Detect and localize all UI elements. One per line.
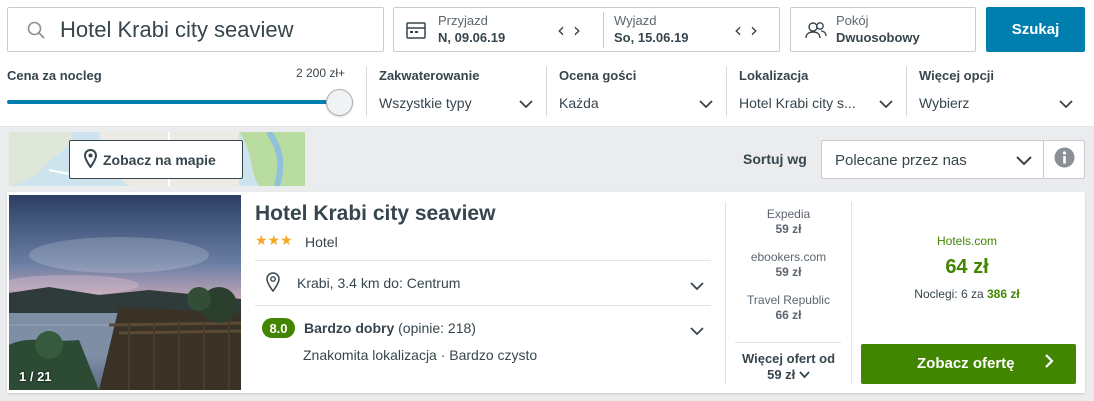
more-options-label: Więcej opcji [919,68,995,83]
search-icon [27,21,45,44]
rating-count: (opinie: 218) [398,320,476,336]
chevron-down-icon [879,96,893,114]
chevron-down-icon [519,96,533,114]
chevron-down-icon [1016,153,1032,171]
sort-info-button[interactable] [1044,140,1085,179]
location-filter[interactable]: Lokalizacja Hotel Krabi city s... [727,66,905,116]
chevron-left-icon[interactable]: ‹ [734,18,750,42]
date-divider [603,12,604,48]
divider [255,260,711,261]
search-button[interactable]: Szukaj [986,7,1085,52]
checkin-arrows[interactable]: ‹› [557,18,589,42]
price-slider-handle[interactable] [326,89,353,116]
map-pin-icon [83,148,98,171]
hotel-type: Hotel [305,234,338,250]
more-offers-label: Więcej ofert od [741,351,836,366]
best-deal-nights: Noclegi: 6 za 386 zł [859,287,1075,301]
divider [255,305,711,306]
hotel-name[interactable]: Hotel Krabi city seaview [255,202,495,226]
rating-word: Bardzo dobry [304,320,395,336]
checkout-field[interactable]: Wyjazd So, 15.06.19 [614,13,688,45]
more-offers-price-row: 59 zł [726,367,851,383]
column-divider [851,202,852,384]
rating-highlights: Znakomita lokalizacja · Bardzo czysto [303,347,538,363]
price-slider-track[interactable] [7,100,337,104]
alt-offer-site: Expedia [766,207,811,221]
calendar-icon [406,21,426,44]
checkout-value: So, 15.06.19 [614,30,689,45]
guest-rating-value: Każda [559,95,599,111]
nights-prefix: Noclegi: 6 za [914,287,984,301]
hotel-photo[interactable]: 1 / 21 [9,195,241,390]
accommodation-label: Zakwaterowanie [379,68,480,83]
chevron-down-icon [799,367,810,382]
alt-offer[interactable]: ebookers.com 59 zł [726,250,851,279]
room-selector[interactable]: Pokój Dwuosobowy [790,7,976,52]
alt-offer-price: 66 zł [775,308,802,322]
star-rating-icon: ★★★ [255,233,293,249]
view-on-map-button[interactable]: Zobacz na mapie [69,140,243,179]
best-deal-price[interactable]: 64 zł [859,256,1075,279]
accommodation-value: Wszystkie typy [379,95,472,111]
alt-offer-price: 59 zł [775,265,802,279]
checkout-arrows[interactable]: ‹› [734,18,766,42]
sort-label: Sortuj wg [743,151,807,167]
alt-offer-site: ebookers.com [750,250,827,264]
alt-offer-price: 59 zł [775,222,802,236]
alt-offer[interactable]: Expedia 59 zł [726,207,851,236]
chevron-down-icon[interactable] [690,278,704,296]
rating-summary: Bardzo dobry (opinie: 218) [304,320,476,336]
info-icon [1054,147,1075,173]
sort-value: Polecane przez nas [835,152,967,169]
rating-score-badge: 8.0 [262,318,295,338]
chevron-left-icon[interactable]: ‹ [557,18,573,42]
more-offers-price: 59 zł [767,367,796,382]
checkin-field[interactable]: Przyjazd N, 09.06.19 [438,13,505,45]
chevron-down-icon [1059,96,1073,114]
chevron-right-icon[interactable]: › [750,18,766,42]
chevron-right-icon[interactable]: › [573,18,589,42]
view-on-map-label: Zobacz na mapie [103,151,216,168]
search-input[interactable]: Hotel Krabi city seaview [7,7,384,52]
hotel-result-card: 1 / 21 Hotel Krabi city seaview ★★★ Hote… [7,192,1085,393]
nights-total: 386 zł [987,287,1020,301]
accommodation-filter[interactable]: Zakwaterowanie Wszystkie typy [367,66,545,116]
guests-icon [805,21,827,44]
photo-counter: 1 / 21 [19,369,52,384]
best-deal-site[interactable]: Hotels.com [859,234,1075,248]
hotel-location: Krabi, 3.4 km do: Centrum [297,275,461,291]
guest-rating-label: Ocena gości [559,68,637,83]
guest-rating-filter[interactable]: Ocena gości Każda [547,66,725,116]
view-deal-button[interactable]: Zobacz ofertę [861,344,1076,384]
more-options-filter[interactable]: Więcej opcji Wybierz [907,66,1085,116]
checkin-value: N, 09.06.19 [438,30,506,45]
more-options-value: Wybierz [919,95,970,111]
location-value: Hotel Krabi city s... [739,95,856,111]
checkin-label: Przyjazd [438,13,488,28]
alt-offer[interactable]: Travel Republic 66 zł [726,293,851,322]
search-query: Hotel Krabi city seaview [60,17,294,42]
location-label: Lokalizacja [739,68,809,83]
sort-select[interactable]: Polecane przez nas [821,140,1044,179]
location-pin-icon [266,272,280,297]
divider [735,342,841,343]
room-label: Pokój [836,13,869,28]
price-filter-label: Cena za nocleg [7,68,102,83]
alt-offer-site: Travel Republic [747,293,830,307]
date-picker[interactable]: Przyjazd N, 09.06.19 ‹› Wyjazd So, 15.06… [393,7,780,52]
chevron-down-icon [699,96,713,114]
price-max-value: 2 200 zł+ [296,66,346,80]
view-deal-label: Zobacz ofertę [917,355,1015,372]
chevron-down-icon[interactable] [690,323,704,341]
room-value: Dwuosobowy [836,30,920,45]
more-offers-button[interactable]: Więcej ofert od 59 zł [726,351,851,383]
chevron-right-icon [1044,353,1054,373]
checkout-label: Wyjazd [614,13,657,28]
